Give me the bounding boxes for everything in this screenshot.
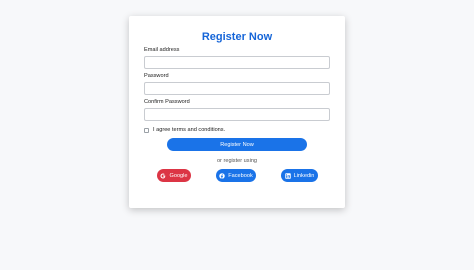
confirm-password-field[interactable] <box>144 108 330 121</box>
email-field[interactable] <box>144 56 330 69</box>
linkedin-icon <box>284 172 291 179</box>
email-group: Email address <box>144 46 330 69</box>
confirm-password-label: Confirm Password <box>144 99 190 105</box>
terms-checkbox[interactable] <box>144 127 149 133</box>
social-buttons: Google Facebook Linkedin <box>144 169 330 182</box>
confirm-password-group: Confirm Password <box>144 98 330 121</box>
password-group: Password <box>144 72 330 95</box>
google-icon <box>160 173 166 179</box>
register-button[interactable]: Register Now <box>167 138 307 151</box>
form-title: Register Now <box>201 31 273 43</box>
password-label: Password <box>144 73 169 79</box>
google-button[interactable]: Google <box>157 169 191 182</box>
or-register-text: or register using <box>216 158 258 164</box>
form-fields: Email address Password Confirm Password <box>144 46 330 121</box>
facebook-icon <box>219 172 225 179</box>
linkedin-button[interactable]: Linkedin <box>281 169 318 182</box>
email-label: Email address <box>144 47 180 53</box>
password-field[interactable] <box>144 82 330 95</box>
terms-label: I agree terms and conditions. <box>153 127 226 133</box>
linkedin-label: Linkedin <box>293 172 315 179</box>
terms-row: I agree terms and conditions. <box>144 126 330 134</box>
facebook-label: Facebook <box>228 172 253 179</box>
facebook-button[interactable]: Facebook <box>216 169 256 182</box>
google-label: Google <box>169 172 188 179</box>
register-card: Register Now Email address Password Conf… <box>129 16 345 208</box>
